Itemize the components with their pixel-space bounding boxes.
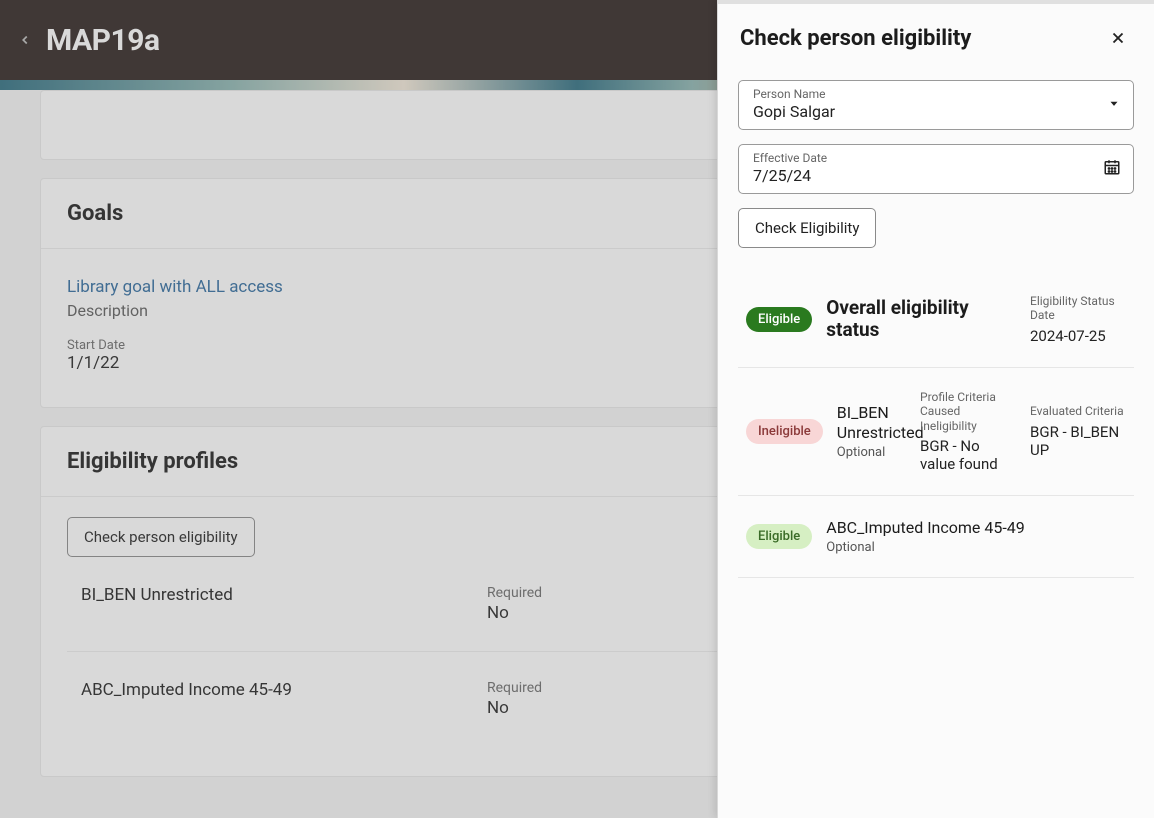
evaluated-value: BGR - BI_BEN UP bbox=[1030, 423, 1126, 459]
status-badge: Eligible bbox=[746, 307, 812, 332]
effective-date-input[interactable]: Effective Date 7/25/24 bbox=[738, 144, 1134, 194]
person-name-select[interactable]: Person Name Gopi Salgar bbox=[738, 80, 1134, 130]
close-button[interactable] bbox=[1104, 24, 1132, 52]
result-name: ABC_Imputed Income 45-49 bbox=[826, 518, 1126, 538]
effective-date-value: 7/25/24 bbox=[753, 166, 1093, 185]
status-date-value: 2024-07-25 bbox=[1030, 327, 1126, 345]
effective-date-label: Effective Date bbox=[753, 151, 1093, 165]
modal-backdrop[interactable] bbox=[0, 0, 717, 818]
result-name: BI_BEN Unrestricted bbox=[837, 403, 906, 443]
overall-status-row: Eligible Overall eligibility status Elig… bbox=[738, 272, 1134, 368]
status-badge: Eligible bbox=[746, 524, 812, 549]
result-row: Eligible ABC_Imputed Income 45-49 Option… bbox=[738, 496, 1134, 578]
result-sub: Optional bbox=[837, 445, 906, 460]
panel-title: Check person eligibility bbox=[740, 26, 971, 51]
result-row: Ineligible BI_BEN Unrestricted Optional … bbox=[738, 368, 1134, 496]
overall-status-title: Overall eligibility status bbox=[826, 297, 1016, 343]
evaluated-label: Evaluated Criteria bbox=[1030, 404, 1126, 418]
calendar-icon[interactable] bbox=[1103, 158, 1121, 180]
status-badge: Ineligible bbox=[746, 419, 823, 444]
person-name-value: Gopi Salgar bbox=[753, 102, 1093, 121]
person-name-label: Person Name bbox=[753, 87, 1093, 101]
criteria-value: BGR - No value found bbox=[920, 437, 1016, 473]
criteria-label: Profile Criteria Caused Ineligibility bbox=[920, 390, 1016, 433]
status-date-label: Eligibility Status Date bbox=[1030, 294, 1126, 323]
eligibility-panel: Check person eligibility Person Name Gop… bbox=[717, 0, 1154, 818]
check-eligibility-button[interactable]: Check Eligibility bbox=[738, 208, 876, 248]
chevron-down-icon bbox=[1107, 96, 1121, 115]
close-icon bbox=[1109, 29, 1127, 47]
result-sub: Optional bbox=[826, 540, 1126, 555]
